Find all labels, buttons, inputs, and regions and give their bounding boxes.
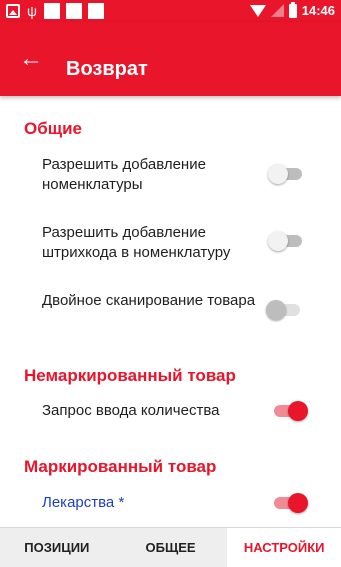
section-header-marked: Маркированный товар — [24, 457, 217, 476]
battery-icon — [288, 1, 297, 18]
setting-allow-add-nomenclature-label: Разрешить добавление номенклатуры — [42, 156, 206, 193]
toggle-allow-add-barcode[interactable] — [268, 229, 304, 253]
notification-square-icon — [66, 3, 82, 19]
bottom-navigation: ПОЗИЦИИ ОБЩЕЕ НАСТРОЙКИ — [0, 527, 341, 567]
toggle-allow-add-nomenclature[interactable] — [268, 162, 304, 186]
setting-medicines-label: Лекарства * — [42, 494, 125, 511]
tab-positions[interactable]: ПОЗИЦИИ — [0, 528, 114, 567]
page-title: Возврат — [66, 58, 148, 80]
toggle-medicines[interactable] — [272, 491, 308, 515]
section-header-general: Общие — [24, 119, 82, 138]
image-icon — [6, 4, 20, 18]
usb-icon: ψ — [27, 3, 37, 19]
back-arrow-icon[interactable]: ← — [16, 44, 46, 74]
notification-square-icon — [44, 3, 60, 19]
tab-settings[interactable]: НАСТРОЙКИ — [227, 528, 341, 567]
tab-general[interactable]: ОБЩЕЕ — [114, 528, 228, 567]
toggle-double-scan[interactable] — [266, 298, 302, 322]
setting-quantity-request-label: Запрос ввода количества — [42, 402, 220, 419]
app-bar: ← Возврат — [0, 22, 341, 96]
settings-content: Общие Разрешить добавление номенклатуры … — [0, 96, 341, 527]
signal-icon — [270, 4, 284, 17]
setting-allow-add-barcode-label: Разрешить добавление штрихкода в номенкл… — [42, 224, 231, 261]
section-header-unmarked: Немаркированный товар — [24, 366, 236, 385]
toggle-quantity-request[interactable] — [272, 399, 308, 423]
notification-square-icon — [88, 3, 104, 19]
setting-double-scan-label: Двойное сканирование товара — [42, 292, 256, 309]
status-bar: ψ 14:46 — [0, 0, 341, 22]
wifi-icon — [249, 4, 266, 17]
status-time: 14:46 — [301, 3, 335, 18]
